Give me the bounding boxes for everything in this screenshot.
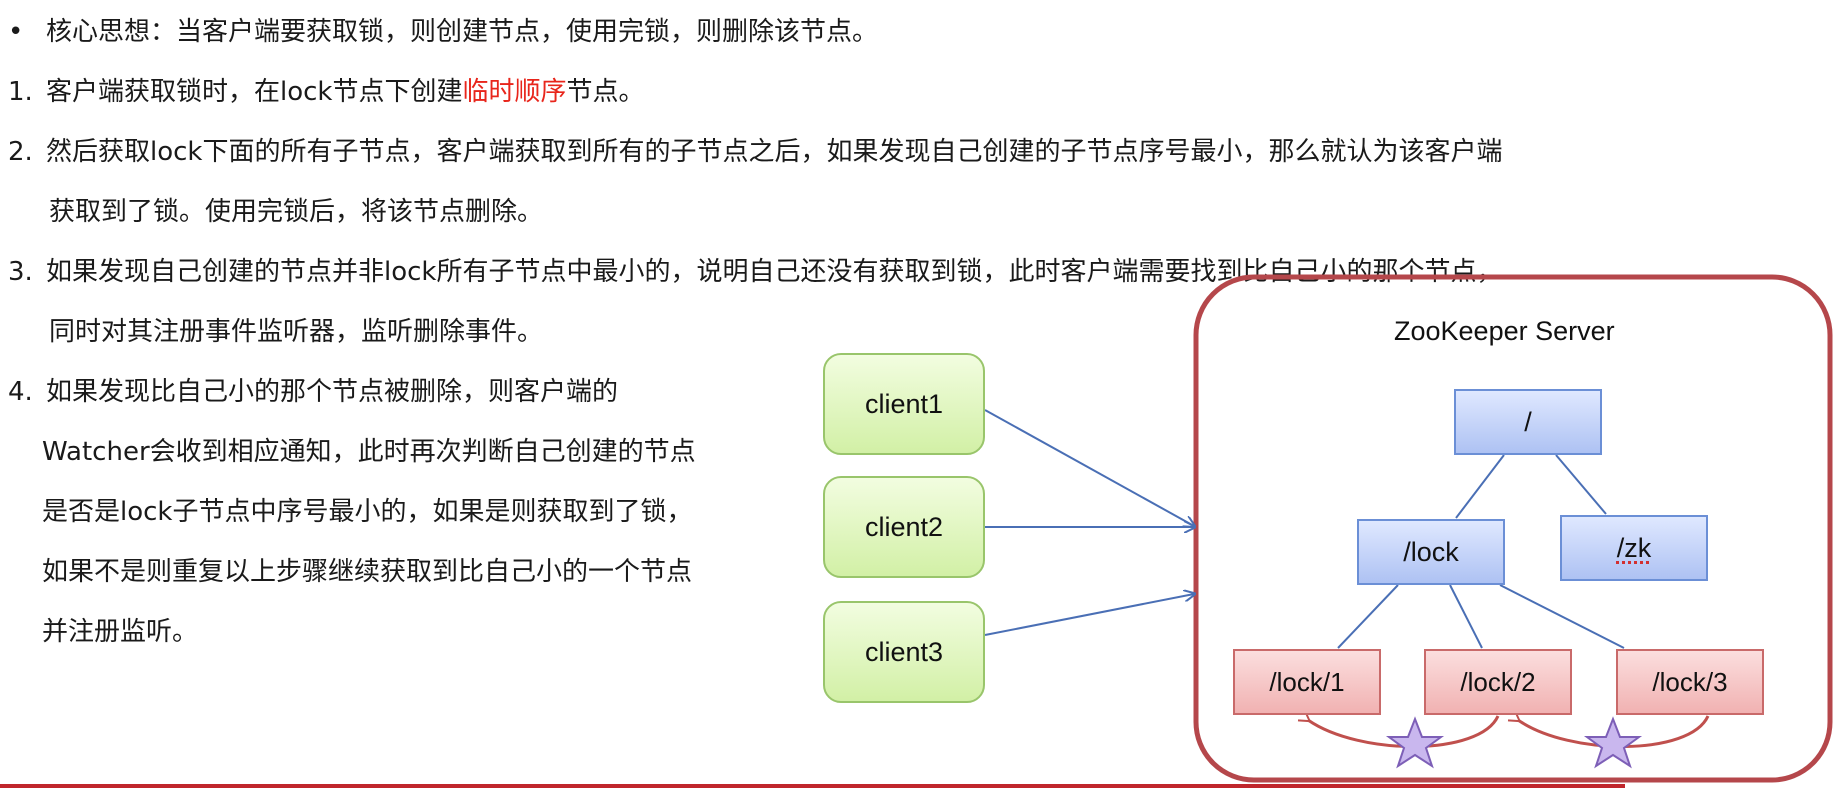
client3-box: client3 [823, 601, 985, 703]
star-icon [1385, 716, 1445, 769]
zk-node-label: /zk [1616, 532, 1652, 563]
root-lock-connector [1455, 454, 1505, 519]
lock-lock2-connector [1449, 584, 1483, 649]
client1-arrow [984, 409, 1194, 526]
lock3-node: /lock/3 [1616, 649, 1764, 715]
root-node: / [1454, 389, 1602, 455]
server-title: ZooKeeper Server [1394, 316, 1615, 346]
lock-lock3-connector [1499, 584, 1625, 649]
client3-arrow [984, 594, 1194, 636]
lock-node: /lock [1357, 519, 1505, 585]
lock-lock1-connector [1337, 584, 1399, 649]
star-icon [1583, 716, 1643, 769]
client1-box: client1 [823, 353, 985, 455]
zk-node: /zk [1560, 515, 1708, 581]
root-zk-connector [1555, 454, 1607, 515]
client2-box: client2 [823, 476, 985, 578]
lock2-node: /lock/2 [1424, 649, 1572, 715]
bottom-divider [0, 784, 1625, 788]
lock1-node: /lock/1 [1233, 649, 1381, 715]
